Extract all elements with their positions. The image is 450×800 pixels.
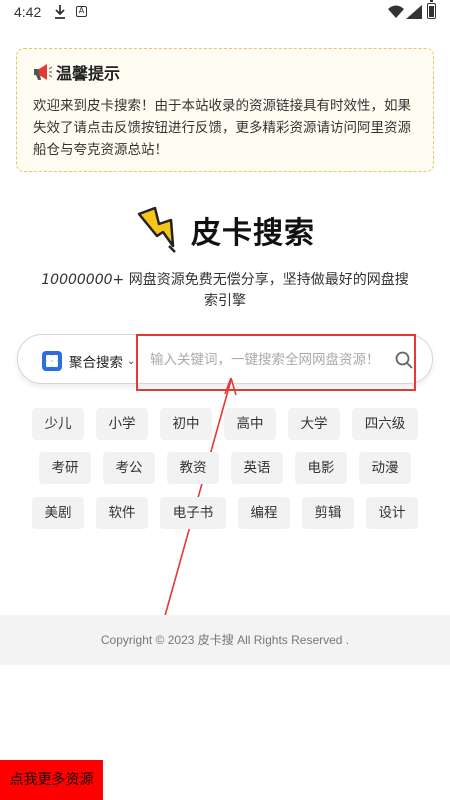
brand-name: 皮卡搜索 [191,216,315,251]
slogan-number: 10000000+ [41,272,125,288]
megaphone-icon [34,64,53,80]
notice-text: 欢迎来到皮卡搜索！由于本站收录的资源链接具有时效性，如果失效了请点击反馈按钮进行… [33,98,411,158]
tag-button[interactable]: 四六级 [352,408,418,440]
status-bar: 4:42 A [0,0,450,26]
lightning-bolt-icon [137,206,176,253]
slogan: 10000000+ 网盘资源免费无偿分享，坚持做最好的网盘搜索引擎 [40,270,410,312]
tag-button[interactable]: 设计 [366,497,418,529]
more-resources-button[interactable]: 点我更多资源 [0,760,103,800]
wifi-icon [388,5,404,18]
tag-button[interactable]: 大学 [288,408,340,440]
notice-heading: 温馨提示 [33,61,417,83]
tag-button[interactable]: 英语 [231,452,283,484]
footer: Copyright © 2023 皮卡搜 All Rights Reserved… [0,615,450,665]
a-icon: A [76,6,87,17]
tag-button[interactable]: 考研 [39,452,91,484]
tag-button[interactable]: 电子书 [160,497,226,529]
battery-icon [427,0,436,19]
tag-button[interactable]: 电影 [295,452,347,484]
tag-button[interactable]: 小学 [96,408,148,440]
tag-button[interactable]: 剪辑 [302,497,354,529]
signal-icon [406,5,422,19]
chevron-down-icon: ⌄ [127,355,136,367]
tag-button[interactable]: 考公 [103,452,155,484]
tag-button[interactable]: 软件 [96,497,148,529]
tag-button[interactable]: 动漫 [359,452,411,484]
tag-button[interactable]: 初中 [160,408,212,440]
search-scope-dropdown[interactable]: 聚合搜索 ⌄ [42,350,135,372]
annotation-highlight-box [136,334,416,391]
search-scope-label: 聚合搜索 [69,355,123,371]
notice-title: 温馨提示 [56,64,121,83]
tag-button[interactable]: 编程 [238,497,290,529]
status-time: 4:42 [14,4,42,20]
grid-icon [42,351,62,371]
tag-button[interactable]: 高中 [224,408,276,440]
copyright-text: Copyright © 2023 皮卡搜 All Rights Reserved… [100,633,350,647]
slogan-text: 网盘资源免费无偿分享，坚持做最好的网盘搜索引擎 [124,272,409,309]
brand-header: 皮卡搜索 [0,200,450,260]
download-icon [55,5,65,19]
tag-button[interactable]: 少儿 [32,408,84,440]
tag-button[interactable]: 教资 [167,452,219,484]
notice-card: 温馨提示 欢迎来到皮卡搜索！由于本站收录的资源链接具有时效性，如果失效了请点击反… [16,48,434,172]
tag-button[interactable]: 美剧 [32,497,84,529]
